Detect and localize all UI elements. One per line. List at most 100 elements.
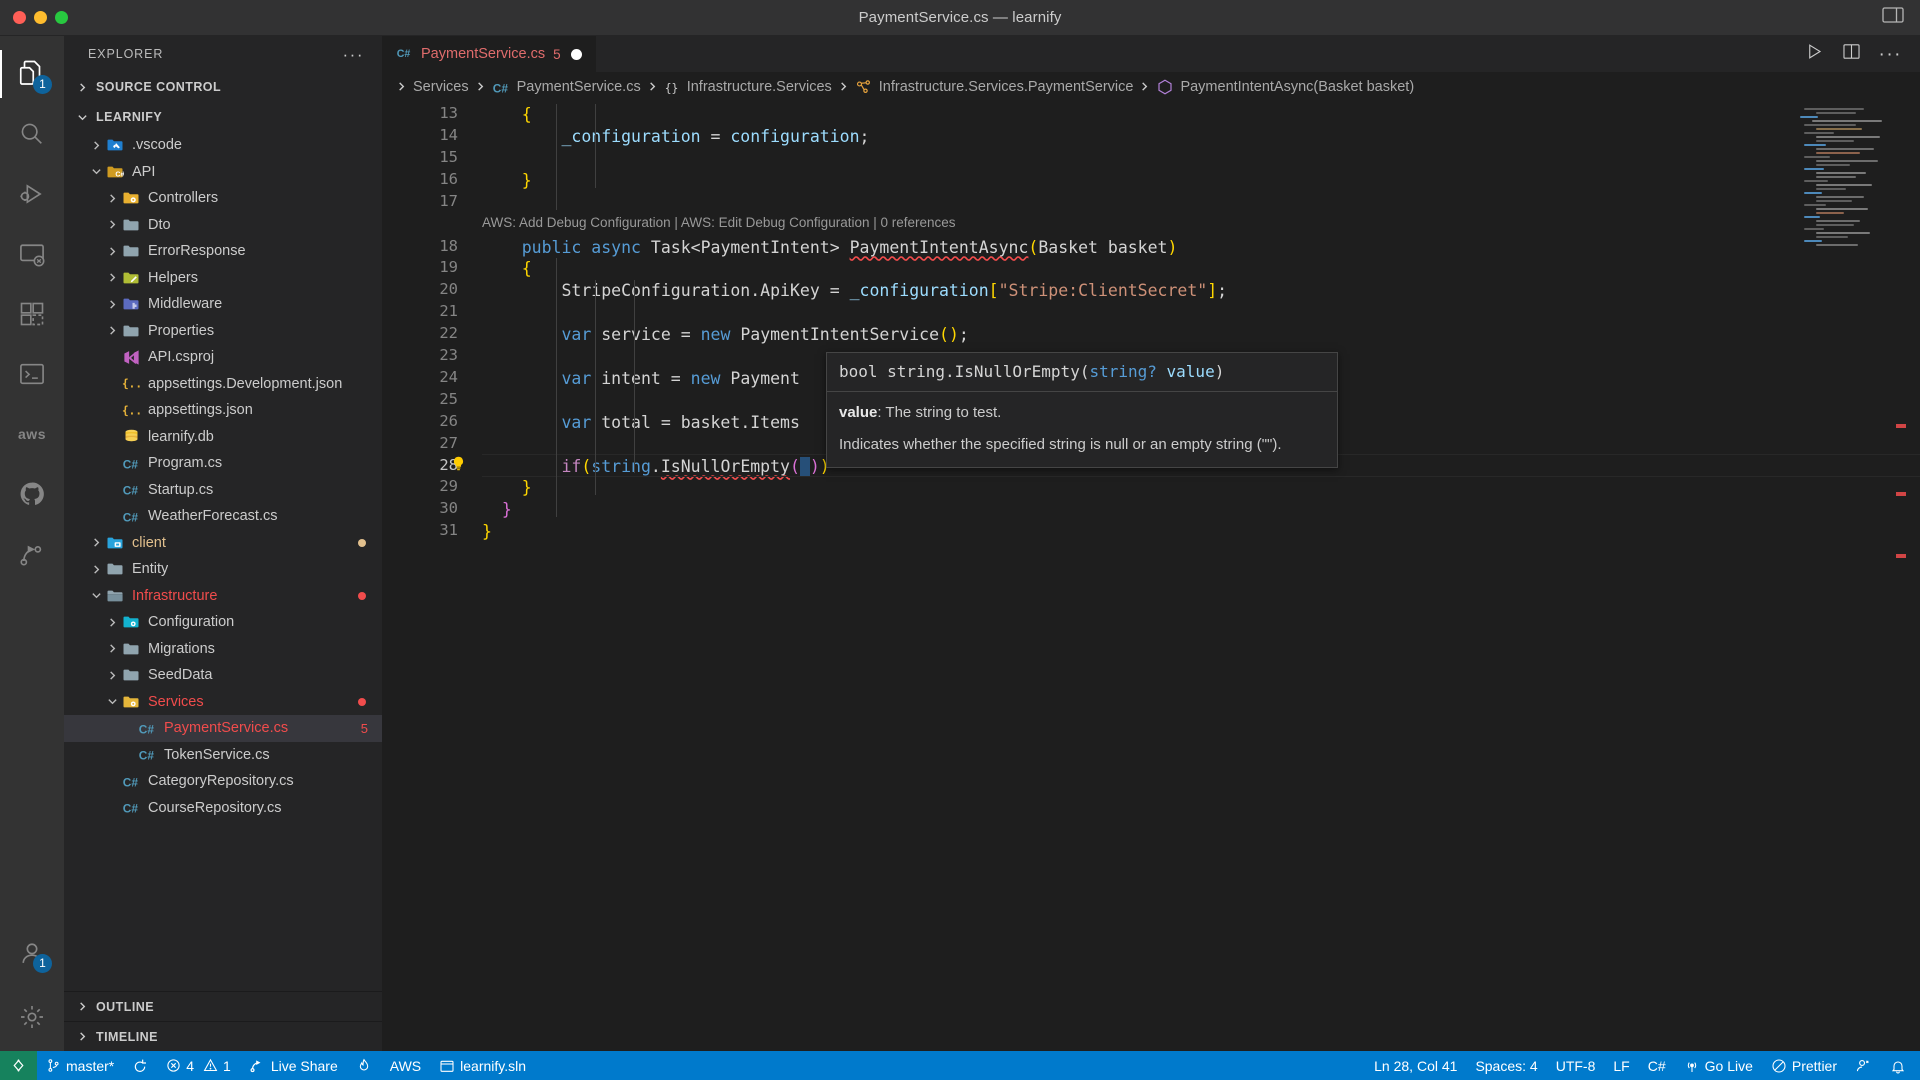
status-problems[interactable]: 4 1 bbox=[157, 1051, 240, 1080]
sidebar-item-github[interactable] bbox=[0, 464, 64, 524]
code-line[interactable]: } bbox=[482, 521, 492, 543]
chevron-right-icon[interactable] bbox=[104, 299, 120, 310]
status-cursor-position[interactable]: Ln 28, Col 41 bbox=[1365, 1051, 1466, 1080]
tree-item-migrations[interactable]: Migrations bbox=[64, 636, 382, 663]
status-notifications[interactable] bbox=[1881, 1051, 1920, 1080]
section-timeline[interactable]: TIMELINE bbox=[64, 1021, 382, 1051]
status-go-live[interactable]: Go Live bbox=[1675, 1051, 1762, 1080]
section-learnify[interactable]: LEARNIFY bbox=[64, 102, 382, 132]
code-line[interactable] bbox=[482, 346, 492, 368]
chevron-right-icon[interactable] bbox=[104, 670, 120, 681]
tree-item-controllers[interactable]: Controllers bbox=[64, 185, 382, 212]
tab-dirty-indicator[interactable] bbox=[571, 49, 582, 60]
section-outline[interactable]: OUTLINE bbox=[64, 991, 382, 1021]
tree-item-appsettings-development-json[interactable]: {..}appsettings.Development.json bbox=[64, 371, 382, 398]
code-line[interactable]: { bbox=[482, 258, 532, 280]
tree-item-middleware[interactable]: Middleware bbox=[64, 291, 382, 318]
window-controls[interactable] bbox=[0, 11, 68, 24]
code-line[interactable]: } bbox=[482, 170, 532, 192]
tree-item-courserepository-cs[interactable]: C#CourseRepository.cs bbox=[64, 795, 382, 822]
tree-item-tokenservice-cs[interactable]: C#TokenService.cs bbox=[64, 742, 382, 769]
status-remote-indicator[interactable] bbox=[0, 1051, 37, 1080]
code-line[interactable]: StripeConfiguration.ApiKey = _configurat… bbox=[482, 280, 1227, 302]
breadcrumb-item-0[interactable]: Services bbox=[413, 79, 469, 95]
status-prettier[interactable]: Prettier bbox=[1762, 1051, 1846, 1080]
close-window-button[interactable] bbox=[13, 11, 26, 24]
chevron-right-icon[interactable] bbox=[104, 219, 120, 230]
tree-item-services[interactable]: Services bbox=[64, 689, 382, 716]
sidebar-item-explorer[interactable]: 1 bbox=[0, 44, 64, 104]
tree-item-client[interactable]: client bbox=[64, 530, 382, 557]
tree-item-entity[interactable]: Entity bbox=[64, 556, 382, 583]
status-live-share[interactable]: Live Share bbox=[240, 1051, 347, 1080]
tree-item-appsettings-json[interactable]: {..}appsettings.json bbox=[64, 397, 382, 424]
sidebar-item-extensions[interactable] bbox=[0, 284, 64, 344]
section-source-control[interactable]: SOURCE CONTROL bbox=[64, 72, 382, 102]
sidebar-item-live-share[interactable] bbox=[0, 524, 64, 584]
lightbulb-quick-fix-icon[interactable] bbox=[450, 454, 467, 478]
tree-item-helpers[interactable]: Helpers bbox=[64, 265, 382, 292]
tree-item-program-cs[interactable]: C#Program.cs bbox=[64, 450, 382, 477]
breadcrumb-item-4[interactable]: PaymentIntentAsync(Basket basket) bbox=[1156, 78, 1414, 96]
status-language-mode[interactable]: C# bbox=[1639, 1051, 1675, 1080]
chevron-right-icon[interactable] bbox=[104, 643, 120, 654]
chevron-down-icon[interactable] bbox=[88, 166, 104, 177]
tree-item-api[interactable]: C#API bbox=[64, 159, 382, 186]
tree-item-weatherforecast-cs[interactable]: C#WeatherForecast.cs bbox=[64, 503, 382, 530]
tree-item-configuration[interactable]: Configuration bbox=[64, 609, 382, 636]
sidebar-item-remote-explorer[interactable] bbox=[0, 224, 64, 284]
chevron-right-icon[interactable] bbox=[88, 537, 104, 548]
chevron-down-icon[interactable] bbox=[88, 590, 104, 601]
tab-paymentservice[interactable]: C# PaymentService.cs 5 bbox=[382, 36, 597, 72]
code-line[interactable]: { bbox=[482, 104, 532, 126]
gear-icon[interactable] bbox=[0, 987, 64, 1047]
run-icon[interactable] bbox=[1805, 42, 1824, 66]
breadcrumb[interactable]: ServicesC#PaymentService.cs{}Infrastruct… bbox=[382, 72, 1920, 102]
tree-item-categoryrepository-cs[interactable]: C#CategoryRepository.cs bbox=[64, 768, 382, 795]
tree-item-startup-cs[interactable]: C#Startup.cs bbox=[64, 477, 382, 504]
file-tree[interactable]: .vscodeC#APIControllersDtoErrorResponseH… bbox=[64, 132, 382, 991]
status-feedback[interactable] bbox=[1846, 1051, 1881, 1080]
tree-item-seeddata[interactable]: SeedData bbox=[64, 662, 382, 689]
chevron-right-icon[interactable] bbox=[88, 564, 104, 575]
accounts-button[interactable]: 1 bbox=[0, 923, 64, 983]
breadcrumb-item-3[interactable]: Infrastructure.Services.PaymentService bbox=[855, 78, 1134, 96]
status-solution[interactable]: learnify.sln bbox=[430, 1051, 535, 1080]
status-sync[interactable] bbox=[123, 1051, 157, 1080]
sidebar-item-terminal[interactable] bbox=[0, 344, 64, 404]
code-line[interactable]: } bbox=[482, 477, 532, 499]
code-line[interactable] bbox=[482, 302, 492, 324]
chevron-right-icon[interactable] bbox=[88, 140, 104, 151]
tree-item-infrastructure[interactable]: Infrastructure bbox=[64, 583, 382, 610]
editor-layout-icon[interactable] bbox=[1882, 6, 1904, 29]
tree-item-learnify-db[interactable]: learnify.db bbox=[64, 424, 382, 451]
sidebar-item-search[interactable] bbox=[0, 104, 64, 164]
code-line[interactable]: var total = basket.Items bbox=[482, 412, 800, 434]
code-line[interactable] bbox=[482, 390, 492, 412]
more-actions-icon[interactable]: ··· bbox=[1879, 45, 1902, 64]
explorer-more-actions-icon[interactable]: ··· bbox=[343, 46, 364, 63]
chevron-down-icon[interactable] bbox=[104, 696, 120, 707]
code-line[interactable] bbox=[482, 434, 492, 456]
status-aws[interactable]: AWS bbox=[381, 1051, 430, 1080]
sidebar-item-run-and-debug[interactable] bbox=[0, 164, 64, 224]
breadcrumb-item-1[interactable]: C#PaymentService.cs bbox=[492, 78, 641, 97]
tree-item-properties[interactable]: Properties bbox=[64, 318, 382, 345]
sidebar-item-aws[interactable]: aws bbox=[0, 404, 64, 464]
chevron-right-icon[interactable] bbox=[104, 246, 120, 257]
minimize-window-button[interactable] bbox=[34, 11, 47, 24]
tree-item-dto[interactable]: Dto bbox=[64, 212, 382, 239]
tree-item-api-csproj[interactable]: API.csproj bbox=[64, 344, 382, 371]
codelens[interactable]: AWS: Add Debug Configuration | AWS: Edit… bbox=[482, 215, 956, 230]
code-line[interactable]: public async Task<PaymentIntent> Payment… bbox=[482, 237, 1177, 259]
status-eol[interactable]: LF bbox=[1604, 1051, 1638, 1080]
status-firebase[interactable] bbox=[347, 1051, 381, 1080]
code-line[interactable] bbox=[482, 148, 492, 170]
status-branch[interactable]: master* bbox=[37, 1051, 123, 1080]
code-line[interactable]: _configuration = configuration; bbox=[482, 126, 869, 148]
tree-item-vscode[interactable]: .vscode bbox=[64, 132, 382, 159]
code-line[interactable] bbox=[482, 192, 492, 214]
status-indentation[interactable]: Spaces: 4 bbox=[1466, 1051, 1546, 1080]
split-editor-icon[interactable] bbox=[1842, 42, 1861, 66]
code-content[interactable]: { _configuration = configuration; } publ… bbox=[482, 102, 1920, 1051]
